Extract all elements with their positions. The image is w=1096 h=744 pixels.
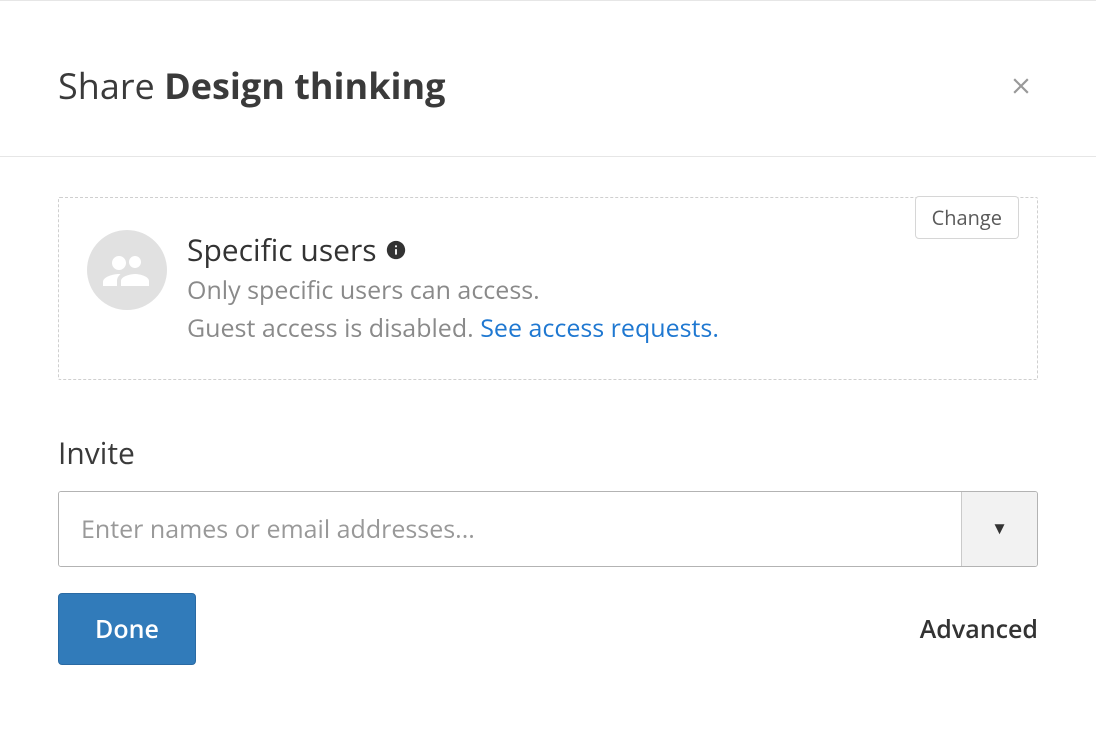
invite-label: Invite <box>58 432 1038 473</box>
invite-input[interactable] <box>59 492 961 566</box>
invite-input-group: ▼ <box>58 491 1038 567</box>
close-button[interactable] <box>1004 69 1038 103</box>
invite-dropdown-button[interactable]: ▼ <box>961 492 1037 566</box>
access-panel: Change Specific users Only specific user… <box>58 197 1038 380</box>
access-text: Specific users Only specific users can a… <box>187 230 719 347</box>
advanced-link[interactable]: Advanced <box>920 612 1038 646</box>
chevron-down-icon: ▼ <box>991 519 1008 539</box>
footer-row: Done Advanced <box>58 593 1038 665</box>
access-description: Only specific users can access. Guest ac… <box>187 272 719 347</box>
change-access-button[interactable]: Change <box>915 196 1019 239</box>
invite-section: Invite ▼ Done Advanced <box>58 432 1038 665</box>
close-icon <box>1008 87 1034 102</box>
users-icon <box>87 230 167 310</box>
access-title: Specific users <box>187 232 377 268</box>
dialog-title: Share Design thinking <box>58 61 446 110</box>
info-icon[interactable] <box>385 239 407 261</box>
title-subject: Design thinking <box>164 61 445 110</box>
access-desc-line1: Only specific users can access. <box>187 273 540 307</box>
access-title-row: Specific users <box>187 232 719 268</box>
dialog-body: Change Specific users Only specific user… <box>0 157 1096 665</box>
access-requests-link[interactable]: See access requests. <box>480 311 719 345</box>
done-button[interactable]: Done <box>58 593 196 665</box>
share-dialog: Share Design thinking Change Specific us… <box>0 0 1096 744</box>
access-desc-line2-prefix: Guest access is disabled. <box>187 311 480 345</box>
dialog-header: Share Design thinking <box>0 0 1096 157</box>
title-prefix: Share <box>58 61 164 110</box>
